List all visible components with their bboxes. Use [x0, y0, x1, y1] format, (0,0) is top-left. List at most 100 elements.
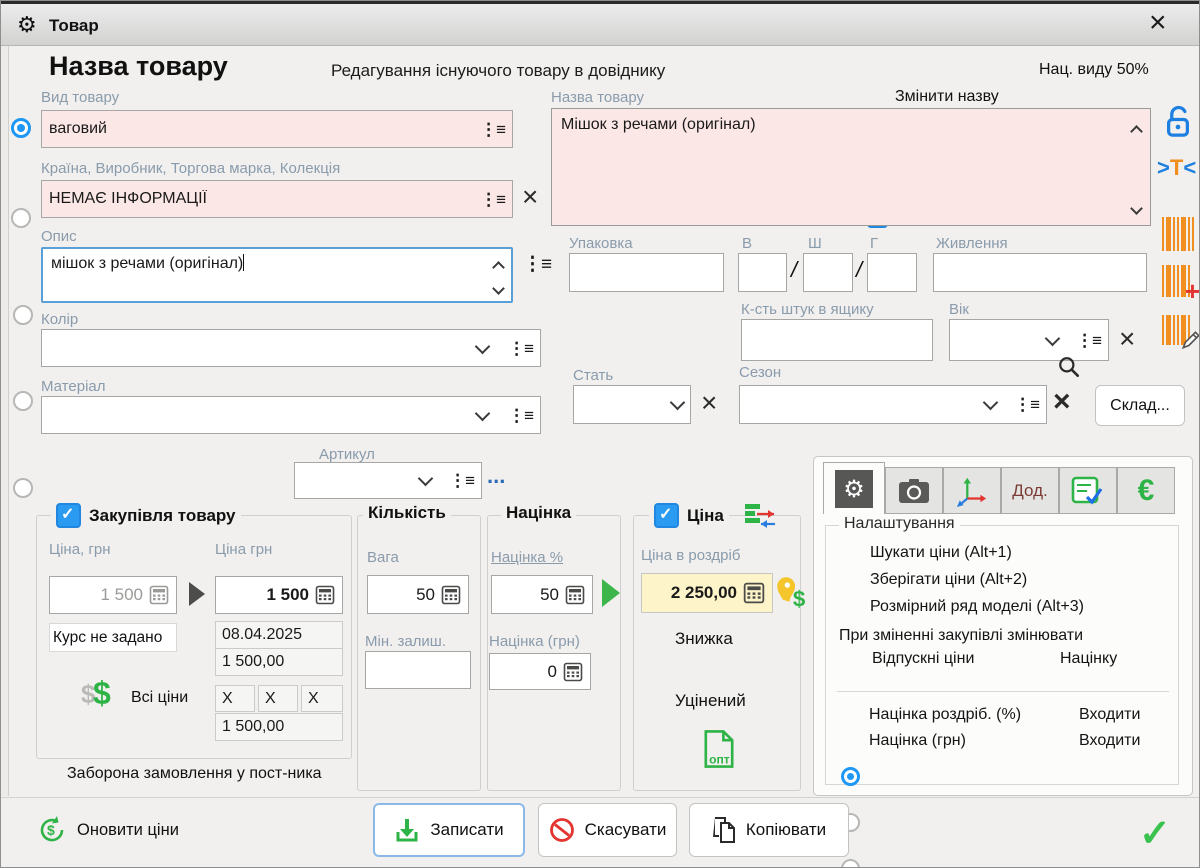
height-label: В: [742, 235, 752, 252]
list-icon[interactable]: ⋮≡: [480, 191, 505, 208]
description-radio[interactable]: [13, 305, 33, 325]
color-radio[interactable]: [13, 391, 33, 411]
gender-clear-button[interactable]: ×: [701, 389, 717, 417]
dropdown-chevron-icon[interactable]: [418, 471, 434, 487]
markup-percent-field[interactable]: 50: [491, 575, 593, 614]
product-name-field[interactable]: Мішок з речами (оригінал): [551, 108, 1151, 226]
package-field[interactable]: [569, 253, 724, 292]
description-list-icon[interactable]: ⋮≡: [523, 255, 551, 274]
calc-icon[interactable]: [315, 585, 335, 605]
min-stock-field[interactable]: [365, 651, 471, 689]
retail-price-label: Ціна в роздріб: [641, 547, 740, 564]
barcode-icon[interactable]: [1162, 217, 1196, 251]
weight-field[interactable]: 50: [367, 575, 469, 614]
gender-combo[interactable]: [573, 385, 691, 424]
purchase-checkbox[interactable]: [56, 503, 81, 528]
discount-label: Знижка: [675, 629, 733, 649]
markup-percent-label[interactable]: Націнка %: [491, 549, 563, 566]
tab-settings[interactable]: ⚙: [823, 462, 885, 514]
scroll-up-icon[interactable]: [492, 261, 505, 274]
left-splitter[interactable]: [1, 46, 9, 796]
color-combo[interactable]: ⋮≡: [41, 329, 541, 367]
dropdown-chevron-icon[interactable]: [1045, 330, 1061, 346]
x-cell-1[interactable]: X: [215, 685, 255, 712]
description-field[interactable]: мішок з речами (оригінал): [41, 247, 513, 303]
sku-combo[interactable]: ⋮≡: [294, 462, 482, 499]
price-transfer-icon[interactable]: [743, 501, 779, 533]
x-cell-3[interactable]: X: [301, 685, 343, 712]
save-button[interactable]: Записати: [373, 803, 525, 857]
product-type-label: Вид товару: [41, 89, 119, 106]
product-type-radio[interactable]: [11, 118, 31, 138]
barcode-edit-icon[interactable]: [1162, 315, 1190, 345]
list-icon[interactable]: ⋮≡: [1076, 332, 1101, 349]
cb-enter-2-label: Входити: [1079, 732, 1140, 750]
search-icon[interactable]: [1057, 355, 1081, 379]
scroll-down-icon[interactable]: [1130, 202, 1143, 215]
tab-checklist[interactable]: [1059, 467, 1117, 514]
width-field[interactable]: [803, 253, 853, 292]
material-radio[interactable]: [13, 478, 33, 498]
price-tag-icon[interactable]: $: [777, 575, 811, 613]
dollar-glyph: $: [793, 586, 806, 611]
list-icon[interactable]: ⋮≡: [480, 121, 505, 138]
dropdown-chevron-icon[interactable]: [983, 395, 999, 411]
list-icon[interactable]: ⋮≡: [1014, 396, 1039, 413]
gear-icon: ⚙: [17, 13, 37, 38]
age-combo[interactable]: ⋮≡: [949, 319, 1109, 361]
lock-open-icon[interactable]: [1163, 104, 1193, 140]
scroll-up-icon[interactable]: [1130, 125, 1143, 138]
retail-price-field[interactable]: 2 250,00: [641, 573, 773, 613]
price-uah-field[interactable]: 1 500: [49, 576, 177, 614]
calc-icon[interactable]: [149, 585, 169, 605]
material-combo[interactable]: ⋮≡: [41, 396, 541, 434]
age-clear-button[interactable]: ×: [1119, 325, 1135, 353]
product-type-field[interactable]: ваговий ⋮≡: [41, 110, 513, 148]
calc-icon[interactable]: [565, 585, 585, 605]
list-icon[interactable]: ⋮≡: [508, 340, 533, 357]
update-prices-button[interactable]: $ Оновити ціни: [37, 815, 179, 845]
season-clear-button[interactable]: ×: [1053, 387, 1071, 417]
depth-field[interactable]: [867, 253, 917, 292]
tab-dimensions[interactable]: [943, 467, 1001, 514]
markup-uah-field[interactable]: 0: [489, 653, 591, 690]
fit-text-icon[interactable]: >T<: [1157, 155, 1196, 181]
per-box-field[interactable]: [741, 319, 933, 361]
country-clear-button[interactable]: ×: [522, 183, 538, 211]
height-field[interactable]: [738, 253, 787, 292]
dropdown-chevron-icon[interactable]: [670, 395, 686, 411]
price-checkbox[interactable]: [654, 503, 679, 528]
dropdown-chevron-icon[interactable]: [475, 338, 491, 354]
calc-icon[interactable]: [563, 662, 583, 682]
country-radio[interactable]: [11, 208, 31, 228]
confirm-check-icon[interactable]: ✓: [1139, 811, 1171, 856]
apply-arrow-icon[interactable]: [602, 579, 620, 607]
calc-icon[interactable]: [743, 582, 765, 604]
country-value: НЕМАЄ ІНФОРМАЦІЇ: [49, 190, 474, 208]
cancel-button[interactable]: Скасувати: [538, 803, 677, 857]
stock-button[interactable]: Склад...: [1095, 385, 1185, 426]
close-button[interactable]: ×: [1149, 6, 1167, 40]
country-field[interactable]: НЕМАЄ ІНФОРМАЦІЇ ⋮≡: [41, 180, 513, 218]
season-combo[interactable]: ⋮≡: [739, 385, 1047, 424]
calc-icon[interactable]: [441, 585, 461, 605]
tab-photo[interactable]: [885, 467, 943, 514]
power-field[interactable]: [933, 253, 1147, 292]
transfer-arrow-icon[interactable]: [189, 582, 205, 606]
price-uah2-field[interactable]: 1 500: [215, 576, 343, 614]
barcode-add-icon[interactable]: +: [1162, 265, 1192, 297]
list-icon[interactable]: ⋮≡: [508, 407, 533, 424]
radio-search-prices[interactable]: [841, 767, 860, 786]
x-cell-2[interactable]: X: [258, 685, 298, 712]
dropdown-chevron-icon[interactable]: [475, 405, 491, 421]
cancel-icon: [549, 817, 575, 843]
list-icon[interactable]: ⋮≡: [449, 472, 474, 489]
copy-button[interactable]: Копіювати: [689, 803, 849, 857]
opt-document-icon[interactable]: опт: [699, 727, 739, 771]
all-prices-icon[interactable]: $ $: [81, 677, 127, 717]
sku-more-ellipsis[interactable]: ...: [487, 463, 505, 489]
scroll-down-icon[interactable]: [492, 282, 505, 295]
tab-currency[interactable]: €: [1117, 467, 1175, 514]
radio-size-row[interactable]: [841, 859, 860, 868]
tab-additional[interactable]: Дод.: [1001, 467, 1059, 514]
